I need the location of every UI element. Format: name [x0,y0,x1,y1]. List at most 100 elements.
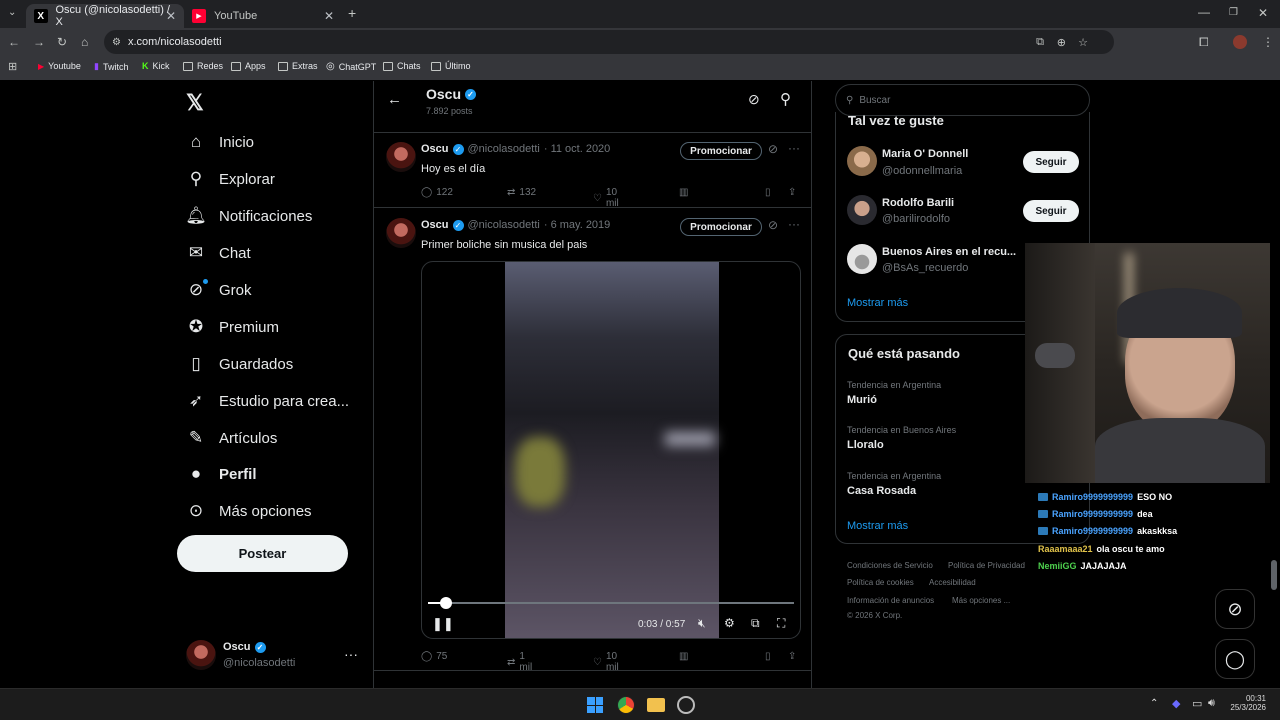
tweet-date[interactable]: · 11 oct. 2020 [544,143,610,155]
grok-icon[interactable]: ⊘ [768,218,778,232]
like-button[interactable]: ♡ 10 mil [593,651,619,673]
share-button[interactable]: ⇪ [788,651,796,662]
nav-chat[interactable]: ✉ Chat [186,243,251,263]
new-tab-icon[interactable]: + [348,6,356,20]
zoom-icon[interactable]: ⊕ [1057,36,1066,49]
chat-username[interactable]: Raaamaaa21 [1038,544,1093,554]
bookmark-youtube[interactable]: ▶ Youtube [38,61,81,71]
follow-button[interactable]: Seguir [1023,200,1079,222]
bookmark-star-icon[interactable]: ☆ [1078,36,1088,49]
bookmark-button[interactable]: ▯ [765,651,771,662]
reply-button[interactable]: ◯ 122 [421,187,453,198]
close-tab-icon[interactable]: ✕ [166,9,176,23]
site-info-icon[interactable]: ⚙ [112,37,121,48]
avatar[interactable] [386,218,416,248]
show-more-link[interactable]: Mostrar más [847,520,908,532]
trend-topic[interactable]: Lloralo [847,439,884,451]
video-scrubber[interactable] [440,597,453,609]
bookmark-chats[interactable]: Chats [383,61,421,71]
mute-icon[interactable]: 🔇︎ [698,616,706,631]
nav-more[interactable]: ⊙ Más opciones [186,501,312,521]
follow-button[interactable]: Seguir [1023,151,1079,173]
suggestion-name[interactable]: Rodolfo Barili [882,197,954,209]
views-button[interactable]: ▥ [679,187,688,198]
trend-topic[interactable]: Murió [847,394,877,406]
footer-link[interactable]: Política de Privacidad [948,561,1025,570]
show-more-link[interactable]: Mostrar más [847,297,908,309]
avatar[interactable] [847,195,877,225]
file-explorer-icon[interactable] [647,698,665,712]
video-player[interactable]: ❚❚ 0:03 / 0:57 🔇︎ ⚙ ⧉ ⛶ [421,261,801,639]
bookmark-chatgpt[interactable]: ◎ ChatGPT [326,61,376,72]
repost-button[interactable]: ⇄ 1 mil [507,651,532,673]
monitor-icon[interactable]: ▭ [1192,697,1202,710]
chat-username[interactable]: Ramiro9999999999 [1052,492,1133,502]
nav-profile[interactable]: ● Perfil [186,464,257,484]
grok-float-icon[interactable]: ⊘ [1215,589,1255,629]
nav-creator-studio[interactable]: ➶ Estudio para crea... [186,391,349,411]
nav-premium[interactable]: ✪ Premium [186,317,279,337]
minimize-icon[interactable]: — [1198,5,1210,19]
footer-link[interactable]: Política de cookies [847,578,914,587]
bookmark-extras[interactable]: Extras [278,61,318,71]
more-icon[interactable]: ··· [788,141,800,155]
tweet[interactable]: Oscu ✓ @nicolasodetti · 11 oct. 2020 Pro… [374,133,811,209]
close-window-icon[interactable]: ✕ [1258,6,1268,20]
bookmark-kick[interactable]: K Kick [142,61,170,71]
apps-grid-icon[interactable]: ⊞ [8,60,17,74]
restore-icon[interactable]: ❐ [1229,6,1238,20]
share-button[interactable]: ⇪ [788,187,796,198]
windows-start-icon[interactable] [587,697,603,713]
nav-grok[interactable]: ⊘ Grok [186,279,252,300]
address-bar[interactable]: ⚙ x.com/nicolasodetti ⧉ ⊕ ☆ [104,30,1114,54]
pause-icon[interactable]: ❚❚ [432,616,454,632]
nav-home[interactable]: ⌂ Inicio [186,132,254,152]
tweet-handle[interactable]: @nicolasodetti [468,143,540,155]
clock[interactable]: 00:31 25/3/2026 [1228,694,1266,712]
avatar[interactable] [847,244,877,274]
menu-icon[interactable]: ⋮ [1262,35,1274,49]
scrollbar-thumb[interactable] [1271,560,1277,590]
avatar[interactable] [847,146,877,176]
chat-username[interactable]: Ramiro9999999999 [1052,509,1133,519]
reply-button[interactable]: ◯ 75 [421,651,447,662]
install-icon[interactable]: ⧉ [1036,36,1044,49]
tab-youtube[interactable]: ▶ YouTube ✕ [184,4,342,28]
views-button[interactable]: ▥ [679,651,688,662]
extensions-icon[interactable]: ⧠ [1199,35,1209,49]
bookmark-ultimo[interactable]: Último [431,61,471,71]
x-logo-icon[interactable]: 𝕏 [186,90,204,116]
footer-link[interactable]: Accesibilidad [929,578,976,587]
messages-float-icon[interactable]: ◯ [1215,639,1255,679]
tweet-author[interactable]: Oscu [421,143,449,155]
chat-username[interactable]: NemiiGG [1038,561,1077,571]
tray-chevron-icon[interactable]: ⌃ [1150,698,1158,709]
tab-search-icon[interactable]: ⌄ [8,6,16,20]
tweet[interactable]: Oscu ✓ @nicolasodetti · 6 may. 2019 Prom… [374,209,811,673]
account-avatar[interactable] [186,640,216,670]
tweet-handle[interactable]: @nicolasodetti [468,219,540,231]
repost-button[interactable]: ⇄ 132 [507,187,536,198]
video-progress-track[interactable] [428,602,794,604]
chat-username[interactable]: Ramiro9999999999 [1052,526,1133,536]
tweet-date[interactable]: · 6 may. 2019 [544,219,610,231]
grok-icon[interactable]: ⊘ [748,91,760,108]
settings-icon[interactable]: ⚙ [724,616,735,630]
search-icon[interactable]: ⚲ [780,90,791,108]
nav-explore[interactable]: ⚲ Explorar [186,169,275,189]
nav-articles[interactable]: ✎ Artículos [186,428,277,448]
timeline[interactable]: ← Oscu ✓ 7.892 posts ⊘ ⚲ Oscu ✓ @nicolaso… [373,81,812,688]
volume-icon[interactable]: 🔊︎ [1208,697,1215,710]
reload-icon[interactable]: ↻ [57,35,67,49]
suggestion-name[interactable]: Buenos Aires en el recu... [882,246,1016,258]
promote-button[interactable]: Promocionar [680,142,762,160]
account-menu-icon[interactable]: ··· [344,646,358,662]
close-tab-icon[interactable]: ✕ [324,9,334,23]
bookmark-button[interactable]: ▯ [765,187,771,198]
more-icon[interactable]: ··· [788,217,800,231]
forward-icon[interactable]: → [33,35,45,49]
post-button[interactable]: Postear [177,535,348,572]
like-button[interactable]: ♡ 10 mil [593,187,619,209]
pip-icon[interactable]: ⧉ [751,616,760,631]
bookmark-twitch[interactable]: ▮ Twitch [94,61,128,72]
